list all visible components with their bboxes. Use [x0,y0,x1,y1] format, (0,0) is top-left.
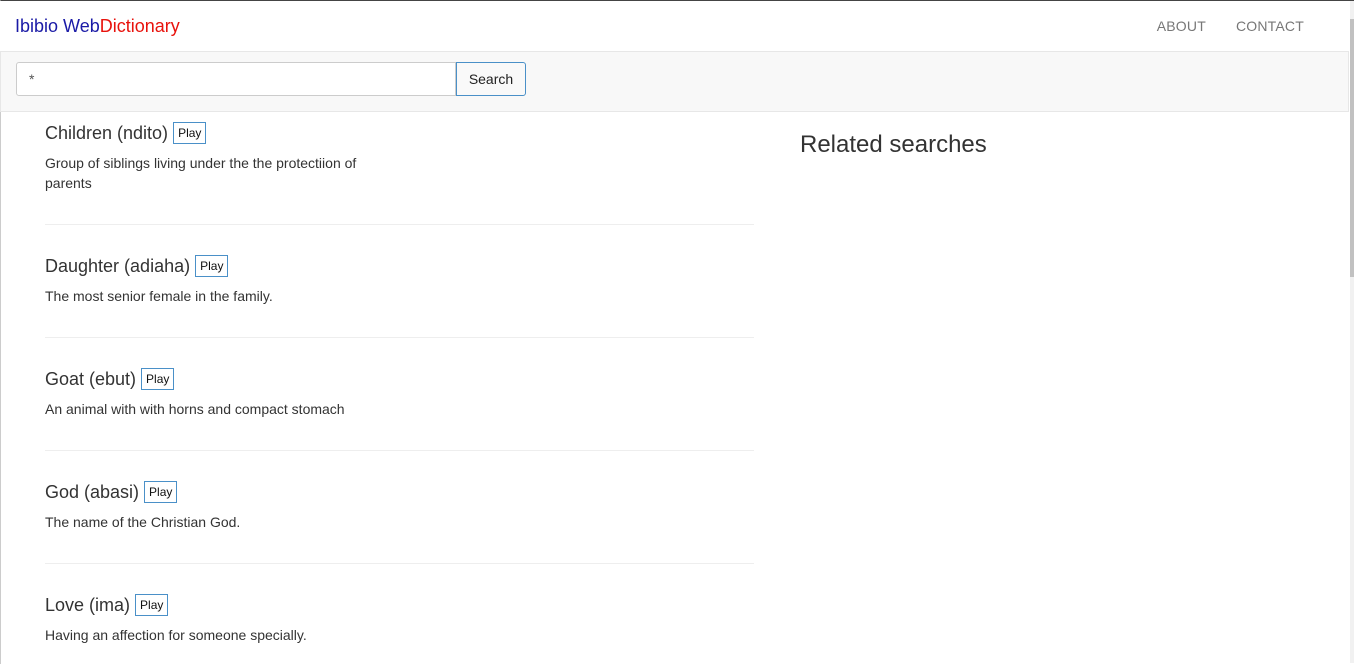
play-button[interactable]: Play [135,594,169,616]
play-button[interactable]: Play [144,481,178,503]
search-bar: Search [0,51,1349,112]
entry-header: Children (ndito) Play [45,122,754,144]
play-button[interactable]: Play [195,255,229,277]
brand-logo-link[interactable]: Ibibio WebDictionary [15,16,180,36]
entry-header: Daughter (adiaha) Play [45,255,754,277]
nav-about-link[interactable]: ABOUT [1157,18,1206,34]
entry-word: Children (ndito) [45,123,169,143]
entry-definition: The most senior female in the family. [45,288,273,304]
search-button[interactable]: Search [456,62,526,96]
brand-part-dictionary: Dictionary [99,16,180,36]
list-item: Love (ima) Play Having an affection for … [45,564,754,664]
results-list: Children (ndito) Play Group of siblings … [45,112,754,664]
entry-definition: The name of the Christian God. [45,514,241,530]
play-button[interactable]: Play [173,122,207,144]
list-item: Goat (ebut) Play An animal with with hor… [45,338,754,451]
play-button[interactable]: Play [141,368,175,390]
related-searches-heading: Related searches [800,131,987,158]
list-item: Daughter (adiaha) Play The most senior f… [45,225,754,338]
entry-header: God (abasi) Play [45,481,754,503]
entry-word: Daughter (adiaha) [45,256,191,276]
nav-links: ABOUT CONTACT [1157,18,1304,34]
list-item: God (abasi) Play The name of the Christi… [45,451,754,564]
nav-contact-link[interactable]: CONTACT [1236,18,1304,34]
search-input[interactable] [16,62,456,96]
entry-header: Love (ima) Play [45,594,754,616]
entry-word: Goat (ebut) [45,369,137,389]
entry-definition: Group of siblings living under the the p… [45,155,357,191]
entry-definition: An animal with with horns and compact st… [45,401,345,417]
entry-word: God (abasi) [45,482,140,502]
entry-definition: Having an affection for someone speciall… [45,627,307,643]
scrollbar-thumb[interactable] [1350,19,1354,277]
page-scrollbar[interactable] [1350,1,1354,663]
list-item: Children (ndito) Play Group of siblings … [45,112,754,225]
entry-header: Goat (ebut) Play [45,368,754,390]
navbar: Ibibio WebDictionary ABOUT CONTACT [0,1,1350,51]
entry-word: Love (ima) [45,595,131,615]
brand-part-web: Ibibio Web [15,16,100,36]
